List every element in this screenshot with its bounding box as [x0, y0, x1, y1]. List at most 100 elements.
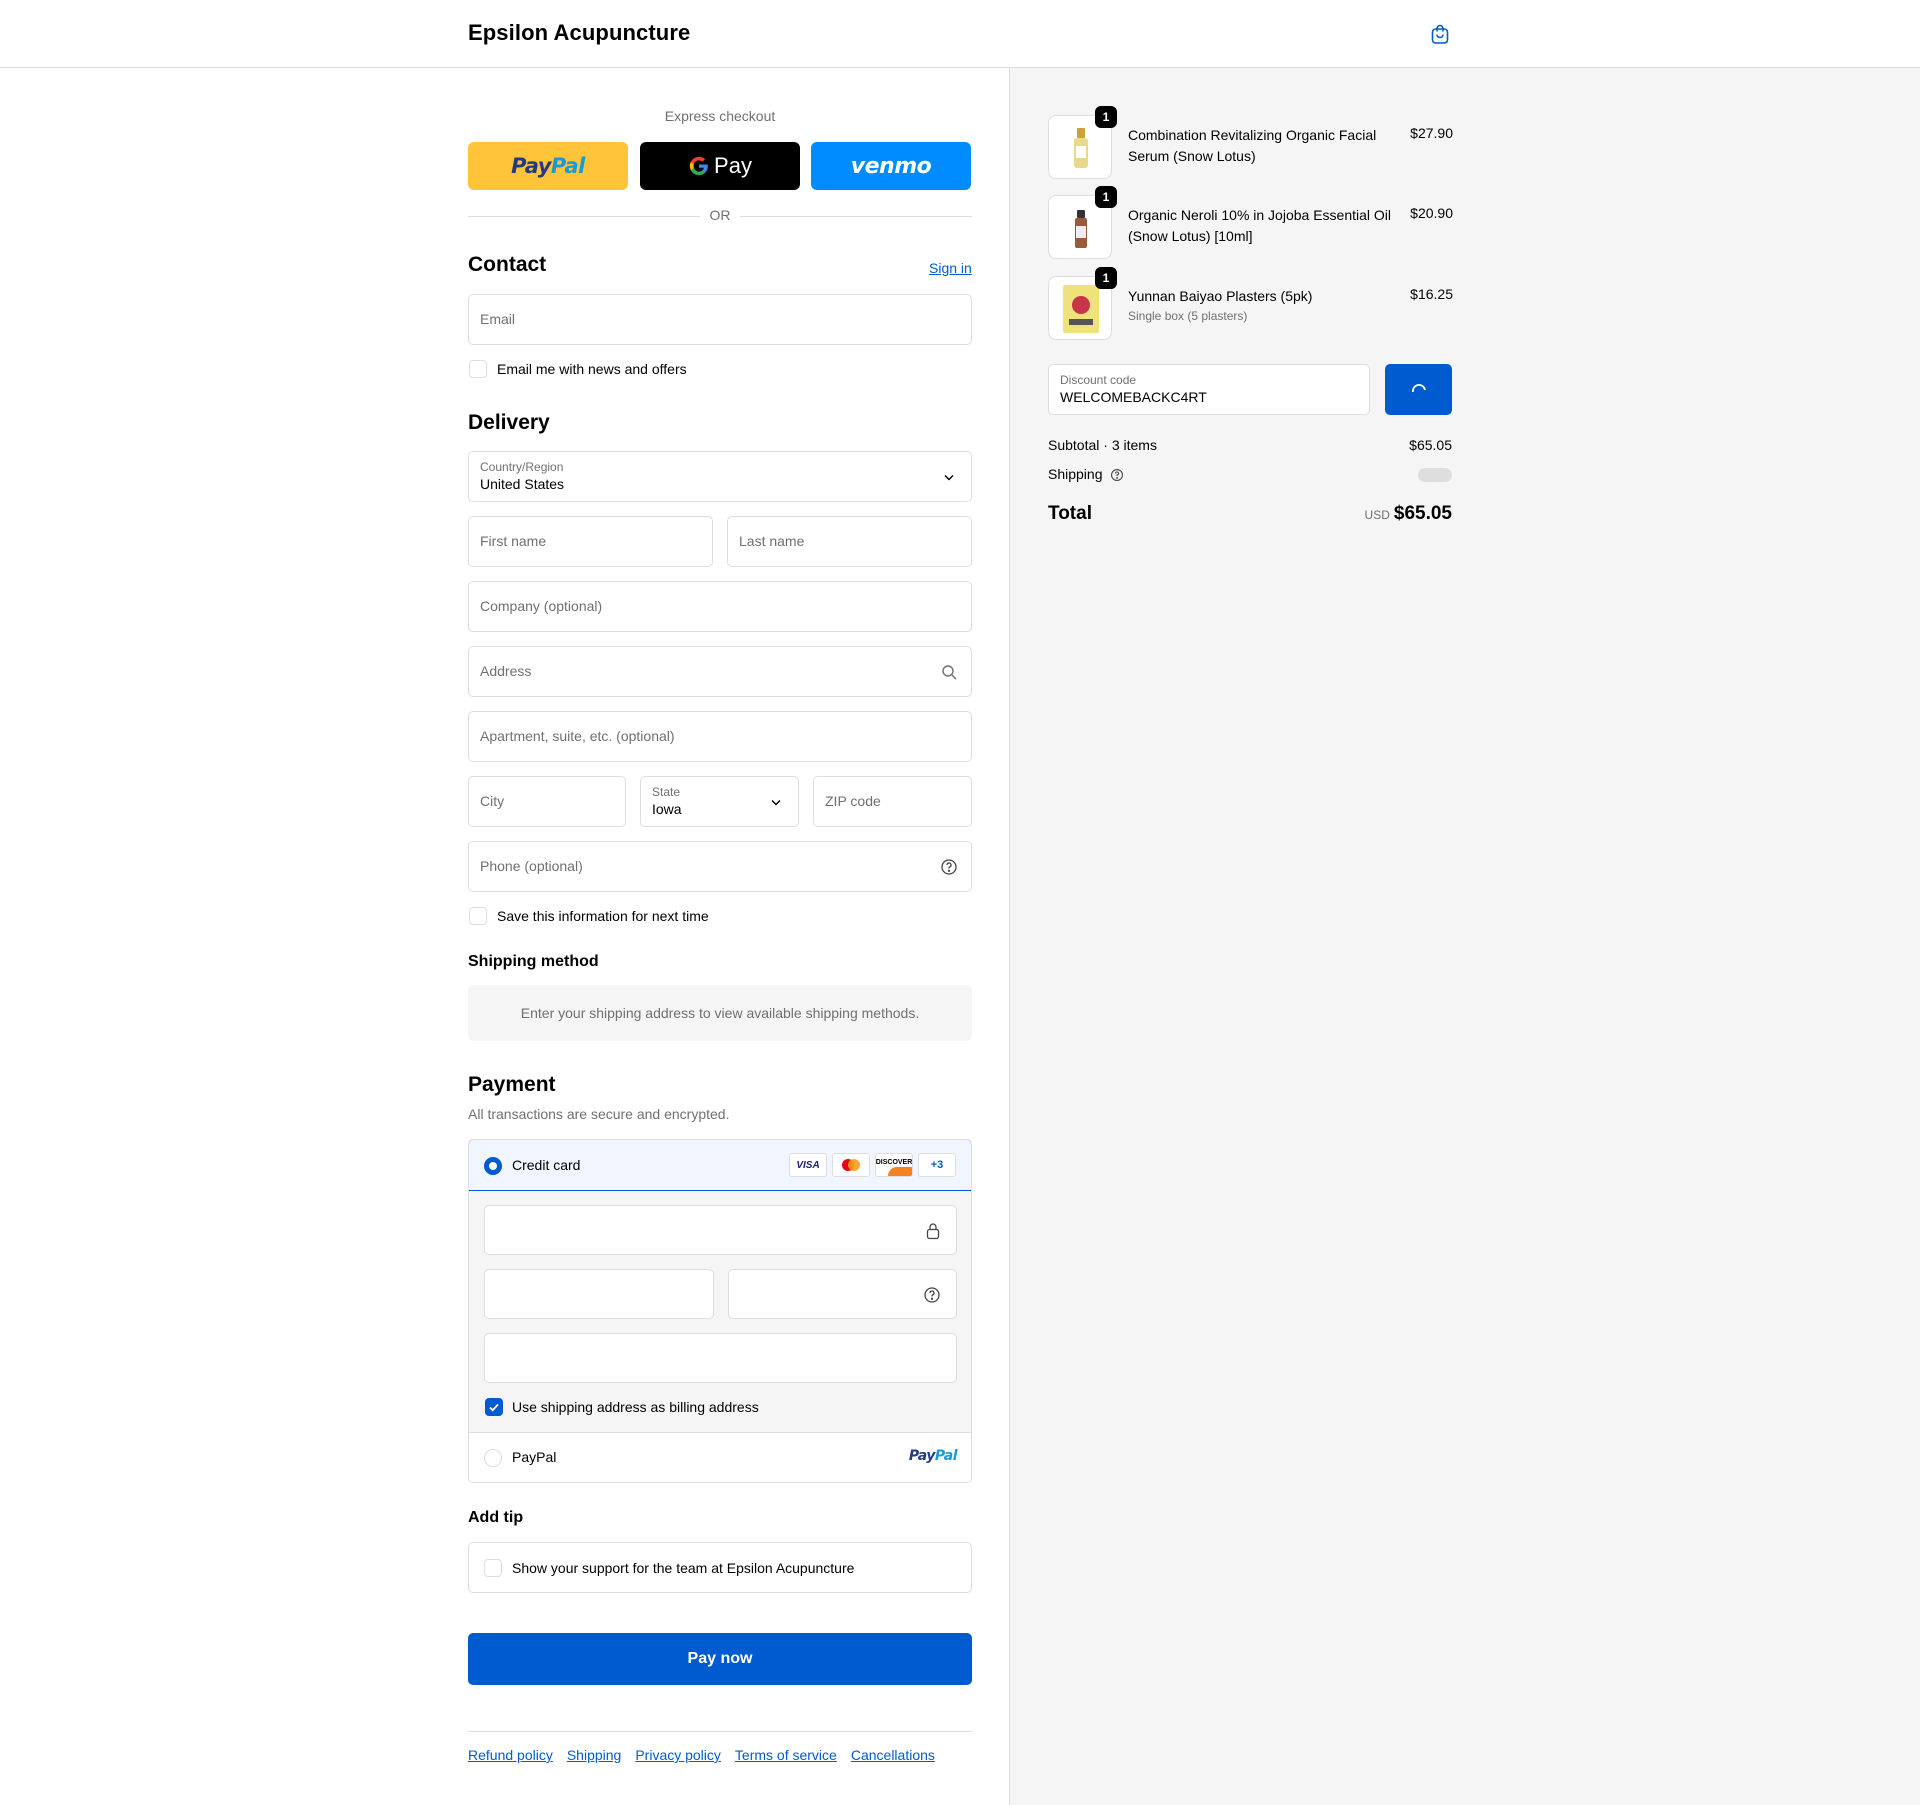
payment-subtitle: All transactions are secure and encrypte…: [468, 1106, 730, 1122]
item-name: Yunnan Baiyao Plasters (5pk): [1128, 288, 1313, 304]
footer-divider: [468, 1731, 972, 1732]
zip-field[interactable]: ZIP code: [813, 776, 972, 827]
order-item: 1 Yunnan Baiyao Plasters (5pk) Single bo…: [1048, 267, 1453, 342]
apply-discount-button[interactable]: [1385, 364, 1452, 415]
footer-links: Refund policy Shipping Privacy policy Te…: [468, 1747, 935, 1763]
visa-icon: VISA: [789, 1153, 827, 1177]
company-field[interactable]: Company (optional): [468, 581, 972, 632]
credit-card-option[interactable]: Credit card VISA DISCOVER +3: [469, 1140, 971, 1191]
billing-address-label: Use shipping address as billing address: [512, 1399, 759, 1415]
help-circle-icon[interactable]: [923, 1286, 941, 1304]
city-placeholder: City: [480, 793, 505, 809]
item-price: $16.25: [1410, 286, 1453, 302]
credit-card-radio[interactable]: [484, 1157, 502, 1175]
shopping-bag-icon[interactable]: [1428, 22, 1452, 46]
order-item: 1 Combination Revitalizing Organic Facia…: [1048, 106, 1453, 181]
sign-in-link[interactable]: Sign in: [929, 260, 972, 276]
email-field[interactable]: Email: [468, 294, 972, 345]
loading-spinner-icon: [1412, 384, 1426, 393]
paypal-express-button[interactable]: PayPal: [468, 142, 628, 190]
apartment-field[interactable]: Apartment, suite, etc. (optional): [468, 711, 972, 762]
paypal-option-label[interactable]: PayPal: [512, 1449, 556, 1465]
shipping-loading-placeholder: [1418, 468, 1452, 482]
save-info-label: Save this information for next time: [497, 908, 709, 924]
newsletter-label: Email me with news and offers: [497, 361, 687, 377]
total-row: Total USD $65.05: [1048, 503, 1452, 529]
subtotal-row: Subtotal · 3 items $65.05: [1048, 437, 1452, 453]
help-circle-icon[interactable]: [940, 858, 958, 876]
total-value: $65.05: [1393, 503, 1452, 524]
billing-address-checkbox[interactable]: [485, 1398, 503, 1416]
subtotal-value: $65.05: [1409, 437, 1452, 453]
item-price: $27.90: [1410, 125, 1453, 141]
quantity-badge: 1: [1095, 186, 1117, 208]
chevron-down-icon: [944, 475, 954, 481]
shipping-policy-link[interactable]: Shipping: [567, 1747, 622, 1763]
email-placeholder: Email: [480, 311, 516, 327]
tip-option[interactable]: Show your support for the team at Epsilo…: [468, 1542, 972, 1593]
shipping-method-notice: Enter your shipping address to view avai…: [468, 985, 972, 1041]
credit-card-form: Use shipping address as billing address: [469, 1191, 971, 1433]
chevron-down-icon: [771, 800, 781, 806]
pay-now-button[interactable]: Pay now: [468, 1633, 972, 1685]
privacy-policy-link[interactable]: Privacy policy: [635, 1747, 721, 1763]
last-name-placeholder: Last name: [739, 533, 805, 549]
shipping-method-heading: Shipping method: [468, 953, 599, 970]
phone-field[interactable]: Phone (optional): [468, 841, 972, 892]
paypal-logo: PayPal: [511, 154, 585, 178]
newsletter-checkbox[interactable]: [469, 360, 487, 378]
security-code-field[interactable]: [728, 1269, 957, 1319]
order-item: 1 Organic Neroli 10% in Jojoba Essential…: [1048, 186, 1453, 261]
google-pay-logo: Pay: [688, 153, 752, 179]
venmo-logo: venmo: [850, 153, 932, 179]
paypal-logo: PayPal: [908, 1448, 958, 1464]
cancellations-link[interactable]: Cancellations: [851, 1747, 935, 1763]
store-brand[interactable]: Epsilon Acupuncture: [468, 20, 690, 46]
express-checkout-label: Express checkout: [664, 108, 776, 124]
expiration-date-field[interactable]: [484, 1269, 714, 1319]
venmo-button[interactable]: venmo: [811, 142, 971, 190]
country-select[interactable]: Country/Region United States: [468, 451, 972, 502]
state-label: State: [652, 785, 681, 799]
credit-card-label: Credit card: [512, 1157, 581, 1173]
terms-of-service-link[interactable]: Terms of service: [735, 1747, 837, 1763]
state-select[interactable]: State Iowa: [640, 776, 799, 827]
tip-checkbox[interactable]: [484, 1559, 502, 1577]
address-field[interactable]: Address: [468, 646, 972, 697]
google-g-icon: [689, 156, 708, 176]
card-number-field[interactable]: [484, 1205, 957, 1255]
save-info-checkbox[interactable]: [469, 907, 487, 925]
discover-icon: DISCOVER: [875, 1153, 913, 1177]
delivery-heading: Delivery: [468, 411, 550, 434]
item-variant: Single box (5 plasters): [1128, 309, 1248, 323]
more-cards-badge: +3: [918, 1153, 956, 1177]
total-label: Total: [1048, 503, 1092, 524]
quantity-badge: 1: [1095, 106, 1117, 128]
address-placeholder: Address: [480, 663, 532, 679]
paypal-radio[interactable]: [484, 1449, 502, 1467]
search-icon: [942, 665, 957, 680]
discount-code-value: WELCOMEBACKC4RT: [1060, 389, 1207, 405]
contact-heading: Contact: [468, 253, 547, 276]
refund-policy-link[interactable]: Refund policy: [468, 1747, 553, 1763]
help-circle-icon[interactable]: [1110, 468, 1124, 482]
name-on-card-field[interactable]: [484, 1333, 957, 1383]
item-name: Organic Neroli 10% in Jojoba Essential O…: [1128, 207, 1392, 244]
google-pay-button[interactable]: Pay: [640, 142, 800, 190]
subtotal-label: Subtotal · 3 items: [1048, 437, 1157, 453]
first-name-field[interactable]: First name: [468, 516, 713, 567]
city-field[interactable]: City: [468, 776, 626, 827]
payment-heading: Payment: [468, 1073, 556, 1096]
currency-code: USD: [1364, 508, 1390, 522]
item-price: $20.90: [1410, 205, 1453, 221]
item-name: Combination Revitalizing Organic Facial …: [1128, 127, 1377, 164]
header: Epsilon Acupuncture: [0, 0, 1920, 68]
zip-placeholder: ZIP code: [825, 793, 881, 809]
country-value: United States: [480, 476, 565, 492]
quantity-badge: 1: [1095, 267, 1117, 289]
or-separator: OR: [700, 207, 740, 223]
total-amount: USD $65.05: [1365, 503, 1452, 525]
last-name-field[interactable]: Last name: [727, 516, 972, 567]
discount-code-label: Discount code: [1060, 373, 1137, 387]
discount-code-field[interactable]: Discount code WELCOMEBACKC4RT: [1048, 364, 1370, 415]
